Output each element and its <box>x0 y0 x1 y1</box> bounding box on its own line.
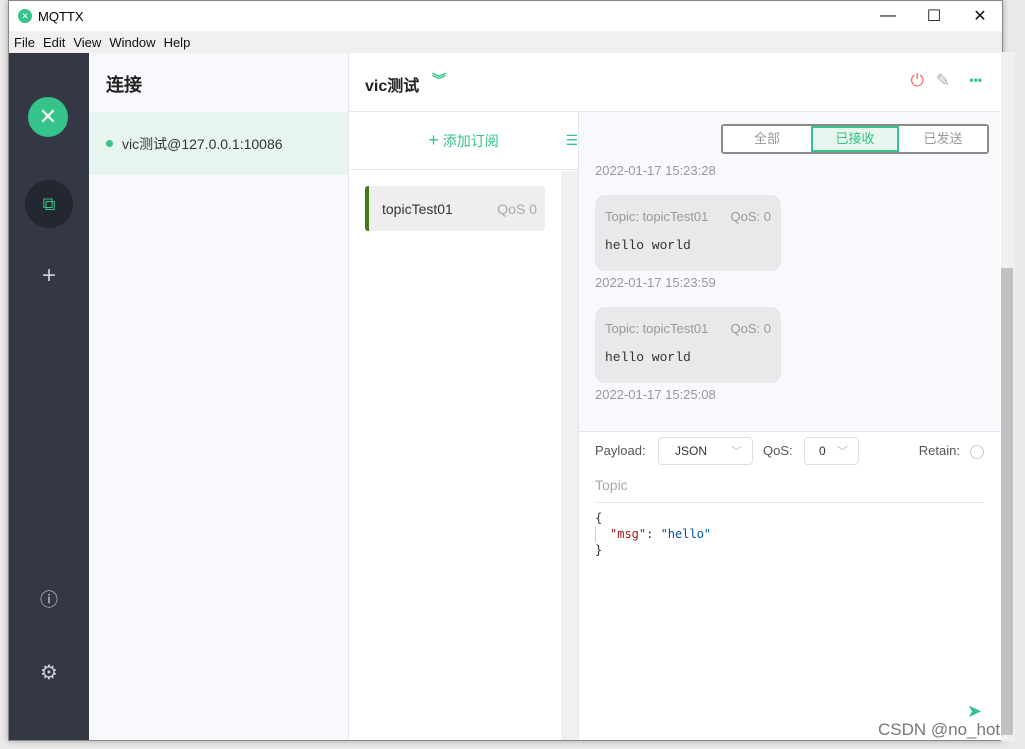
topics-panel: + 添加订阅 ☰ topicTest01 QoS 0 <box>349 112 579 740</box>
info-icon[interactable]: ⓘ <box>25 575 73 623</box>
scrollbar-thumb[interactable] <box>1001 268 1013 735</box>
menu-edit[interactable]: Edit <box>43 35 65 50</box>
message-payload: hello world <box>605 350 691 365</box>
watermark: CSDN @no_hot <box>878 720 1001 739</box>
connection-item[interactable]: vic测试@127.0.0.1:10086 <box>89 112 348 175</box>
message-qos: QoS: 0 <box>730 209 771 224</box>
edit-icon[interactable]: ✎ <box>936 71 950 91</box>
menu-view[interactable]: View <box>73 35 101 50</box>
retain-toggle[interactable] <box>970 445 984 459</box>
qos-label: QoS: <box>763 443 793 458</box>
chevron-down-icon: ﹀ <box>731 446 742 458</box>
minimize-button[interactable]: — <box>865 1 911 31</box>
add-subscription-button[interactable]: + 添加订阅 <box>349 112 578 170</box>
payload-label: Payload: <box>595 443 646 458</box>
menu-window[interactable]: Window <box>109 35 155 50</box>
menu-bar: File Edit View Window Help <box>9 31 1002 53</box>
mqttx-logo-icon: ✕ <box>18 9 32 23</box>
title-bar: ✕ MQTTX — ☐ ✕ <box>9 1 1002 31</box>
message-topic: Topic: topicTest01 <box>605 321 709 336</box>
message-bubble: Topic: topicTest01 QoS: 0 hello world <box>595 307 781 383</box>
message-time: 2022-01-17 15:25:08 <box>595 387 716 402</box>
connections-panel: 连接 vic测试@127.0.0.1:10086 <box>89 53 349 740</box>
publish-panel: Payload: JSON ﹀ QoS: 0 ﹀ Retain: Topic { "… <box>579 431 1000 740</box>
message-topic: Topic: topicTest01 <box>605 209 709 224</box>
retain-label: Retain: <box>918 443 960 458</box>
tab-sent[interactable]: 已发送 <box>899 126 987 152</box>
topic-list-toggle-icon[interactable]: ☰ <box>565 132 578 149</box>
plus-icon: + <box>428 130 439 150</box>
qos-select[interactable]: 0 ﹀ <box>804 437 859 465</box>
send-icon[interactable]: ➤ <box>967 701 982 722</box>
close-button[interactable]: ✕ <box>957 1 1003 31</box>
chevron-down-icon: ﹀ <box>837 446 848 458</box>
app-window: ✕ MQTTX — ☐ ✕ File Edit View Window Help… <box>8 0 1003 741</box>
window-title: MQTTX <box>38 8 84 24</box>
connection-label: vic测试@127.0.0.1:10086 <box>122 135 283 152</box>
payload-editor[interactable]: { "msg": "hello" } <box>595 510 711 558</box>
chevron-down-icon[interactable]: ︾ <box>432 70 446 90</box>
app-logo-icon: ✕ <box>28 97 68 137</box>
code-line: } <box>595 543 603 557</box>
disconnect-power-icon[interactable]: ⏻ <box>911 71 924 91</box>
topic-item[interactable]: topicTest01 QoS 0 <box>365 186 545 231</box>
connection-header: vic测试 ︾ ⏻ ✎ ••• <box>349 53 1000 112</box>
connections-heading: 连接 <box>106 75 142 95</box>
settings-gear-icon[interactable]: ⚙ <box>25 648 73 696</box>
message-time: 2022-01-17 15:23:28 <box>595 163 716 178</box>
menu-help[interactable]: Help <box>164 35 191 50</box>
message-bubble: Topic: topicTest01 QoS: 0 hello world <box>595 195 781 271</box>
tab-received[interactable]: 已接收 <box>811 126 899 152</box>
json-value: "hello" <box>660 527 712 541</box>
message-time: 2022-01-17 15:23:59 <box>595 275 716 290</box>
main-panel: vic测试 ︾ ⏻ ✎ ••• + 添加订阅 ☰ topicTest01 QoS… <box>349 53 1000 740</box>
message-filter: 全部 已接收 已发送 <box>721 124 989 154</box>
menu-file[interactable]: File <box>14 35 35 50</box>
code-line: "msg": "hello" <box>595 526 711 542</box>
message-payload: hello world <box>605 238 691 253</box>
messages-panel: 全部 已接收 已发送 2022-01-17 15:23:28 Topic: to… <box>579 112 1000 431</box>
add-connection-icon[interactable]: + <box>25 252 73 300</box>
json-colon: : <box>646 527 661 541</box>
qos-value: 0 <box>819 444 826 458</box>
topic-input[interactable]: Topic <box>595 477 984 503</box>
connections-nav-icon[interactable]: ⧉ <box>25 180 73 228</box>
tab-all[interactable]: 全部 <box>723 126 811 152</box>
message-qos: QoS: 0 <box>730 321 771 336</box>
left-nav: ✕ ⧉ + ⓘ ⚙ <box>9 53 89 740</box>
connection-name: vic测试 <box>365 78 420 95</box>
add-subscription-label: 添加订阅 <box>442 132 499 149</box>
payload-format-select[interactable]: JSON ﹀ <box>658 437 753 465</box>
status-dot-icon <box>106 140 113 147</box>
payload-format-value: JSON <box>675 444 708 458</box>
topic-qos: QoS 0 <box>497 200 537 217</box>
topics-scrollbar[interactable] <box>561 171 578 740</box>
topic-name: topicTest01 <box>382 200 453 217</box>
json-key: "msg" <box>610 527 647 541</box>
code-line: { <box>595 511 603 525</box>
maximize-button[interactable]: ☐ <box>911 1 957 31</box>
more-icon[interactable]: ••• <box>969 73 982 87</box>
